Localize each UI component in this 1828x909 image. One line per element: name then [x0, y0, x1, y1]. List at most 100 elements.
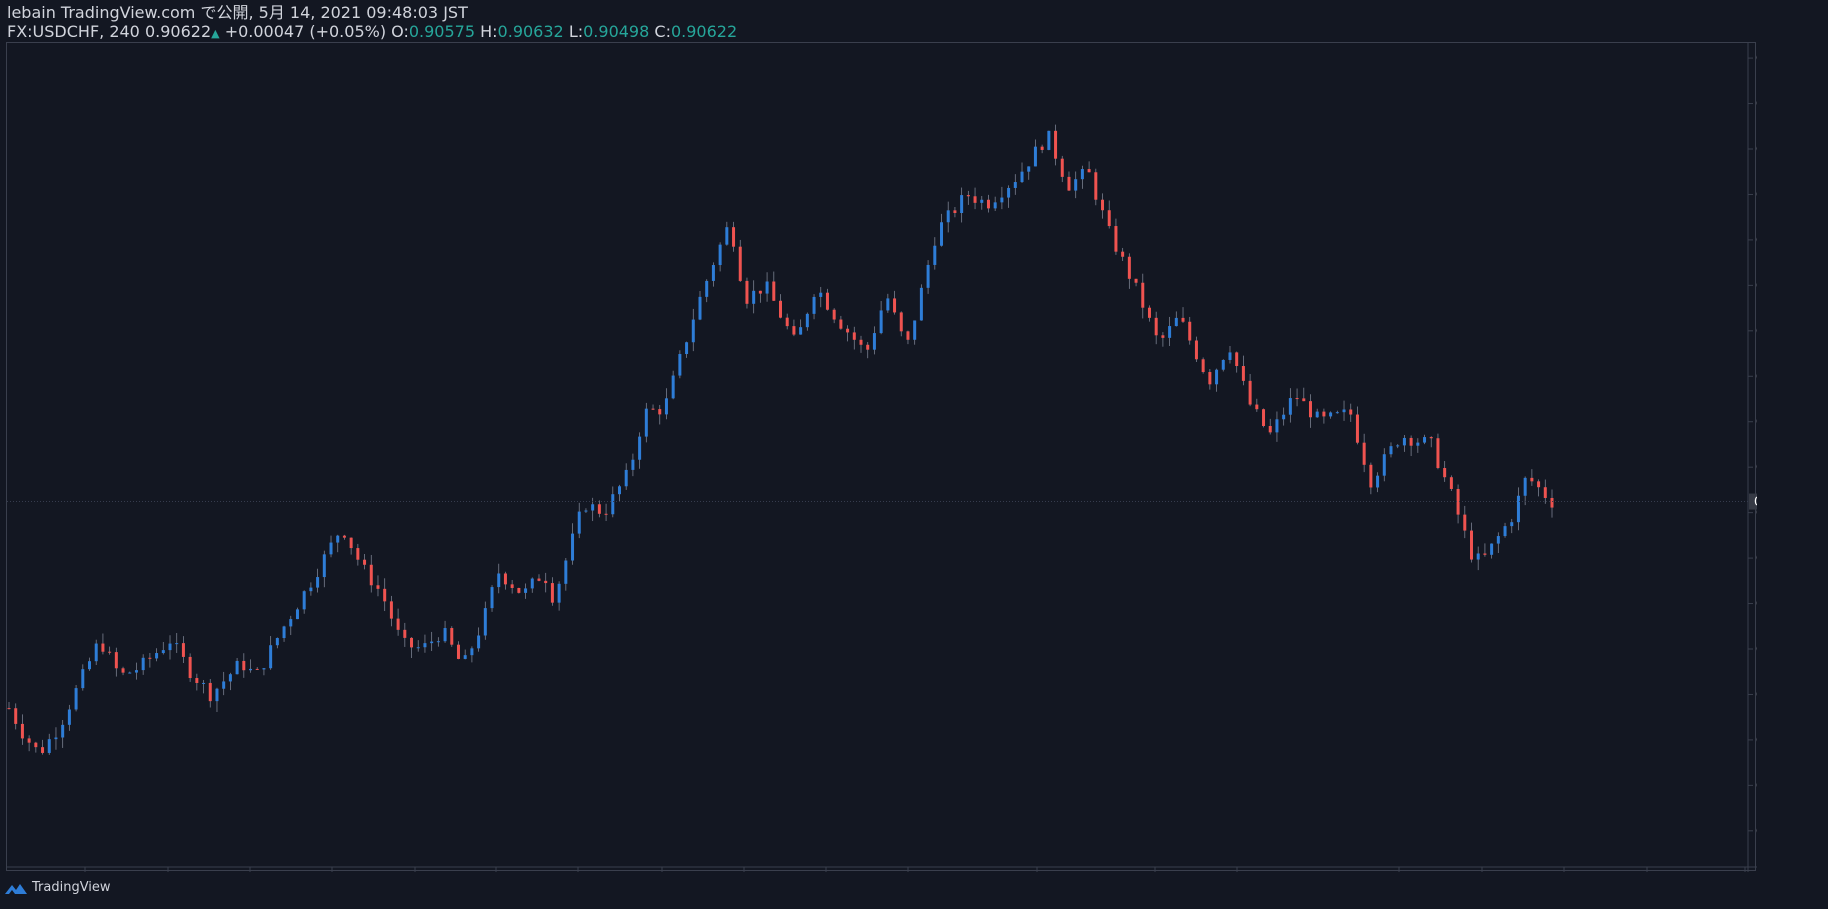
candle-body — [1322, 411, 1326, 417]
candle-body — [725, 227, 729, 245]
candle-body — [1469, 530, 1473, 560]
candle-body — [1201, 359, 1205, 373]
candle-body — [1047, 130, 1051, 150]
y-tick-label: 0.94000 — [1756, 187, 1757, 201]
candle-body — [1429, 437, 1433, 439]
candle-body — [262, 668, 266, 670]
candle-body — [483, 608, 487, 636]
candle-body — [1007, 187, 1011, 198]
candle-body — [1443, 468, 1447, 478]
y-tick-label: 0.92500 — [1756, 324, 1757, 338]
candle-body — [369, 564, 373, 586]
candle-body — [14, 708, 18, 724]
candle-body — [577, 511, 581, 534]
candle-body — [772, 281, 776, 301]
candle-body — [1241, 366, 1245, 381]
candle-body — [1362, 442, 1366, 465]
candle-body — [1087, 169, 1091, 173]
candle-body — [986, 199, 990, 209]
candle-body — [356, 548, 360, 560]
candle-body — [134, 670, 138, 673]
candle-body — [235, 660, 239, 675]
y-tick-label: 0.91000 — [1756, 460, 1757, 474]
candle-body — [249, 668, 253, 671]
symbol-label[interactable]: FX:USDCHF, 240 — [7, 22, 140, 41]
candle-body — [1262, 409, 1266, 426]
candle-body — [295, 609, 299, 620]
candle-body — [785, 317, 789, 327]
candle-body — [1000, 197, 1004, 203]
candle-body — [919, 287, 923, 321]
candle-body — [711, 265, 715, 281]
candle-body — [47, 739, 51, 753]
candle-body — [1396, 445, 1400, 447]
candle-body — [544, 580, 548, 584]
candle-body — [805, 313, 809, 328]
candle-body — [899, 312, 903, 332]
candle-body — [1013, 182, 1017, 188]
candle-body — [316, 577, 320, 588]
candle-body — [1194, 340, 1198, 360]
candlestick-chart[interactable]: 0.95500 0.95000 0.94500 0.94000 0.93500 0.930… — [7, 43, 1757, 872]
candle-body — [960, 195, 964, 213]
candle-body — [1355, 414, 1359, 443]
high-value: 0.90632 — [497, 22, 564, 41]
candle-body — [175, 643, 179, 645]
candle-body — [114, 652, 118, 669]
candle-body — [443, 628, 447, 642]
candle-body — [275, 638, 279, 646]
candle-body — [302, 591, 306, 610]
candle-body — [1101, 199, 1105, 211]
candle-body — [839, 319, 843, 329]
candle-body — [1510, 522, 1514, 527]
candle-body — [61, 724, 65, 738]
y-tick-label: 0.87500 — [1756, 778, 1757, 792]
candle-body — [81, 669, 85, 689]
up-arrow-icon: ▲ — [211, 27, 220, 40]
candle-body — [1154, 317, 1158, 336]
candle-body — [477, 635, 481, 649]
candle-body — [624, 469, 628, 487]
candle-body — [463, 655, 467, 659]
candle-body — [550, 583, 554, 603]
candle-body — [436, 641, 440, 643]
candle-body — [1174, 317, 1178, 327]
candle-body — [597, 504, 601, 514]
y-tick-label: 0.93500 — [1756, 233, 1757, 247]
candle-body — [242, 660, 246, 671]
candle-body — [671, 375, 675, 399]
tradingview-logo-icon — [5, 883, 27, 894]
y-tick-label: 0.95500 — [1756, 51, 1757, 65]
candle-body — [1268, 425, 1272, 433]
candle-body — [678, 354, 682, 376]
candle-body — [1255, 404, 1259, 410]
candle-body — [1107, 210, 1111, 227]
y-tick-label: 0.93000 — [1756, 278, 1757, 292]
candle-body — [1329, 412, 1333, 417]
candle-body — [812, 296, 816, 314]
low-value: 0.90498 — [583, 22, 650, 41]
candle-body — [128, 672, 132, 674]
last-price-label: 0.90622 — [1754, 495, 1757, 509]
y-tick-label: 0.89000 — [1756, 642, 1757, 656]
candle-body — [893, 298, 897, 313]
candle-body — [1027, 166, 1031, 172]
candle-body — [1114, 226, 1118, 252]
candle-body — [651, 408, 655, 410]
candle-body — [1423, 437, 1427, 443]
candle-body — [1315, 411, 1319, 418]
candle-body — [1248, 380, 1252, 405]
candle-body — [1342, 409, 1346, 413]
candle-body — [517, 588, 521, 593]
candle-body — [510, 584, 514, 589]
candle-body — [1449, 477, 1453, 489]
candle-body — [108, 651, 112, 653]
candle-body — [1402, 437, 1406, 446]
candle-body — [792, 326, 796, 335]
candle-body — [638, 436, 642, 460]
candle-body — [342, 535, 346, 538]
chart-frame[interactable]: 0.95500 0.95000 0.94500 0.94000 0.93500 0.930… — [6, 42, 1757, 872]
candle-body — [27, 738, 31, 743]
candle-body — [1409, 437, 1413, 446]
candle-body — [738, 246, 742, 281]
